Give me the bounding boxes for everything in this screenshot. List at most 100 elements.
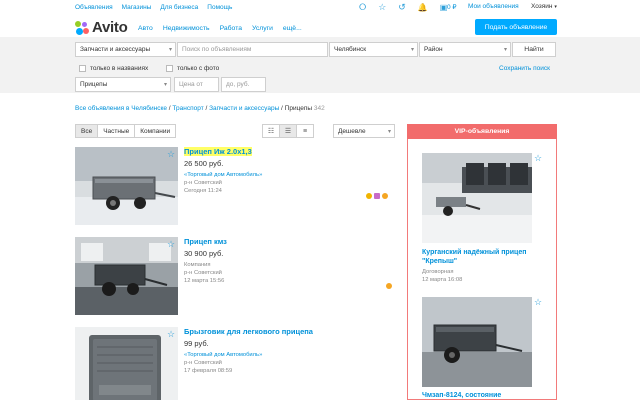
comparison-icon[interactable]: ↺	[398, 2, 406, 13]
listing-price: 30 900 руб.	[184, 249, 224, 258]
my-ads-link[interactable]: Мои объявления	[468, 3, 519, 10]
listing-title[interactable]: Прицеп Иж 2.0х1,3	[184, 147, 252, 156]
vip-header: VIP-объявления	[407, 124, 557, 139]
only-photo-label: только с фото	[177, 65, 220, 72]
listing-item[interactable]: ☆ Прицеп кмз 30 900 руб. Компания р-н Со…	[75, 237, 400, 317]
city-select[interactable]: Челябинск ▾	[329, 42, 418, 57]
only-photo-checkbox[interactable]: только с фото	[166, 65, 219, 72]
nav-auto[interactable]: Авто	[138, 25, 153, 32]
vip-title[interactable]: Чмзап-8124, состояние	[422, 391, 542, 400]
logo-text: Avito	[92, 19, 128, 36]
avito-logo[interactable]: Avito	[75, 19, 128, 36]
find-button[interactable]: Найти	[512, 42, 556, 57]
vip-sidebar: VIP-объявления ☆ Курганский надёжный при…	[407, 124, 557, 400]
view-toggle: ☷ ☰ ≡	[262, 124, 314, 138]
listing-photo[interactable]	[75, 237, 178, 315]
nav-more[interactable]: ещё...	[283, 25, 302, 32]
chevron-down-icon: ▾	[168, 47, 172, 53]
chevron-down-icon: ▾	[554, 4, 557, 10]
vip-badge-icon	[374, 193, 380, 199]
nav-services[interactable]: Услуги	[252, 25, 273, 32]
vip-photo[interactable]	[422, 153, 532, 243]
listing-title[interactable]: Брызговик для легкового прицепа	[184, 327, 313, 336]
topnav-ads-link[interactable]: Объявления	[75, 4, 113, 11]
vip-card[interactable]: ☆ Курганский надёжный прицеп "Крепыш" До…	[422, 153, 547, 293]
category-select[interactable]: Запчасти и аксессуары ▾	[75, 42, 176, 57]
listing-photo[interactable]	[75, 147, 178, 225]
vip-meta: Договорная 12 марта 16:08	[422, 268, 462, 284]
sort-value: Дешевле	[338, 127, 366, 135]
chevron-down-icon: ▾	[387, 129, 391, 135]
price-to-placeholder: до, руб.	[226, 81, 250, 88]
highlight-badge-icon	[366, 193, 372, 199]
topnav-business-link[interactable]: Для бизнеса	[160, 4, 198, 11]
vip-date: 12 марта 16:08	[422, 277, 463, 283]
notifications-icon[interactable]: 🔔	[418, 3, 428, 12]
breadcrumb-transport[interactable]: Транспорт	[172, 105, 203, 112]
price-from-input[interactable]: Цена от	[174, 77, 219, 92]
district-select[interactable]: Район ▾	[419, 42, 511, 57]
listing-seller[interactable]: «Торговый дом Автомобиль»	[184, 172, 262, 178]
user-menu[interactable]: Хозяин ▾	[531, 3, 557, 10]
tab-companies[interactable]: Компании	[134, 124, 177, 138]
favorite-star-icon[interactable]: ☆	[167, 329, 175, 340]
listing-date: Сегодня 11:24	[184, 188, 222, 194]
topnav-shops-link[interactable]: Магазины	[122, 4, 152, 11]
listing-title[interactable]: Прицеп кмз	[184, 237, 227, 246]
listing-item[interactable]: ☆ Прицеп Иж 2.0х1,3 26 500 руб. «Торговы…	[75, 147, 400, 227]
list-view-icon[interactable]: ☰	[279, 124, 297, 138]
promo-badges	[366, 193, 388, 199]
seller-filter-tabs: Все Частные Компании	[75, 124, 177, 138]
vip-card[interactable]: ☆ Чмзап-8124, состояние	[422, 297, 547, 400]
listing-item[interactable]: ☆ Брызговик для легкового прицепа 99 руб…	[75, 327, 400, 400]
favorite-star-icon[interactable]: ☆	[534, 153, 542, 164]
tab-private[interactable]: Частные	[97, 124, 136, 138]
search-placeholder: Поиск по объявлениям	[182, 46, 252, 53]
sort-select[interactable]: Дешевле ▾	[333, 124, 395, 138]
subcategory-select[interactable]: Прицепы ▾	[75, 77, 171, 92]
breadcrumb-current: Прицепы	[284, 105, 313, 112]
premium-badge-icon	[382, 193, 388, 199]
vip-title[interactable]: Курганский надёжный прицеп "Крепыш"	[422, 248, 542, 266]
favorite-star-icon[interactable]: ☆	[534, 297, 542, 308]
breadcrumb-parts[interactable]: Запчасти и аксессуары	[209, 105, 279, 112]
city-value: Челябинск	[334, 46, 367, 53]
save-search-link[interactable]: Сохранить поиск	[499, 65, 550, 72]
balance[interactable]: 0 ₽	[447, 3, 457, 11]
checkbox-box	[166, 65, 173, 72]
chat-icon[interactable]: ⭘	[359, 2, 366, 13]
listing-area: р-н Советский	[184, 360, 222, 366]
user-name: Хозяин	[531, 3, 553, 10]
checkbox-box	[79, 65, 86, 72]
listing-seller[interactable]: «Торговый дом Автомобиль»	[184, 352, 262, 358]
listing-photo[interactable]	[75, 327, 178, 400]
price-from-placeholder: Цена от	[179, 81, 203, 88]
promo-badges	[386, 283, 392, 289]
nav-realty[interactable]: Недвижимость	[163, 25, 210, 32]
grid-view-icon[interactable]: ☷	[262, 124, 280, 138]
search-input[interactable]: Поиск по объявлениям	[177, 42, 328, 57]
district-value: Район	[424, 46, 443, 53]
favorites-icon[interactable]: ☆	[378, 2, 386, 13]
listing-area: р-н Советский	[184, 270, 222, 276]
logo-dots-icon	[75, 20, 89, 35]
favorite-star-icon[interactable]: ☆	[167, 149, 175, 160]
listing-date: 17 февраля 08:59	[184, 368, 233, 374]
only-titles-checkbox[interactable]: только в названиях	[79, 65, 148, 72]
post-ad-button[interactable]: Подать объявление	[475, 19, 557, 35]
only-titles-label: только в названиях	[90, 65, 149, 72]
price-to-input[interactable]: до, руб.	[221, 77, 266, 92]
breadcrumb-all[interactable]: Все объявления в Челябинске	[75, 105, 167, 112]
category-value: Запчасти и аксессуары	[80, 46, 151, 53]
chevron-down-icon: ▾	[163, 82, 167, 88]
topnav-help-link[interactable]: Помощь	[207, 4, 232, 11]
listing-seller: Компания	[184, 262, 211, 268]
nav-jobs[interactable]: Работа	[220, 25, 242, 32]
tab-all[interactable]: Все	[75, 124, 99, 138]
main-nav: Авто Недвижимость Работа Услуги ещё...	[138, 25, 302, 32]
favorite-star-icon[interactable]: ☆	[167, 239, 175, 250]
compact-view-icon[interactable]: ≡	[296, 124, 314, 138]
listing-area: р-н Советский	[184, 180, 222, 186]
vip-price: Договорная	[422, 269, 454, 275]
vip-photo[interactable]	[422, 297, 532, 387]
